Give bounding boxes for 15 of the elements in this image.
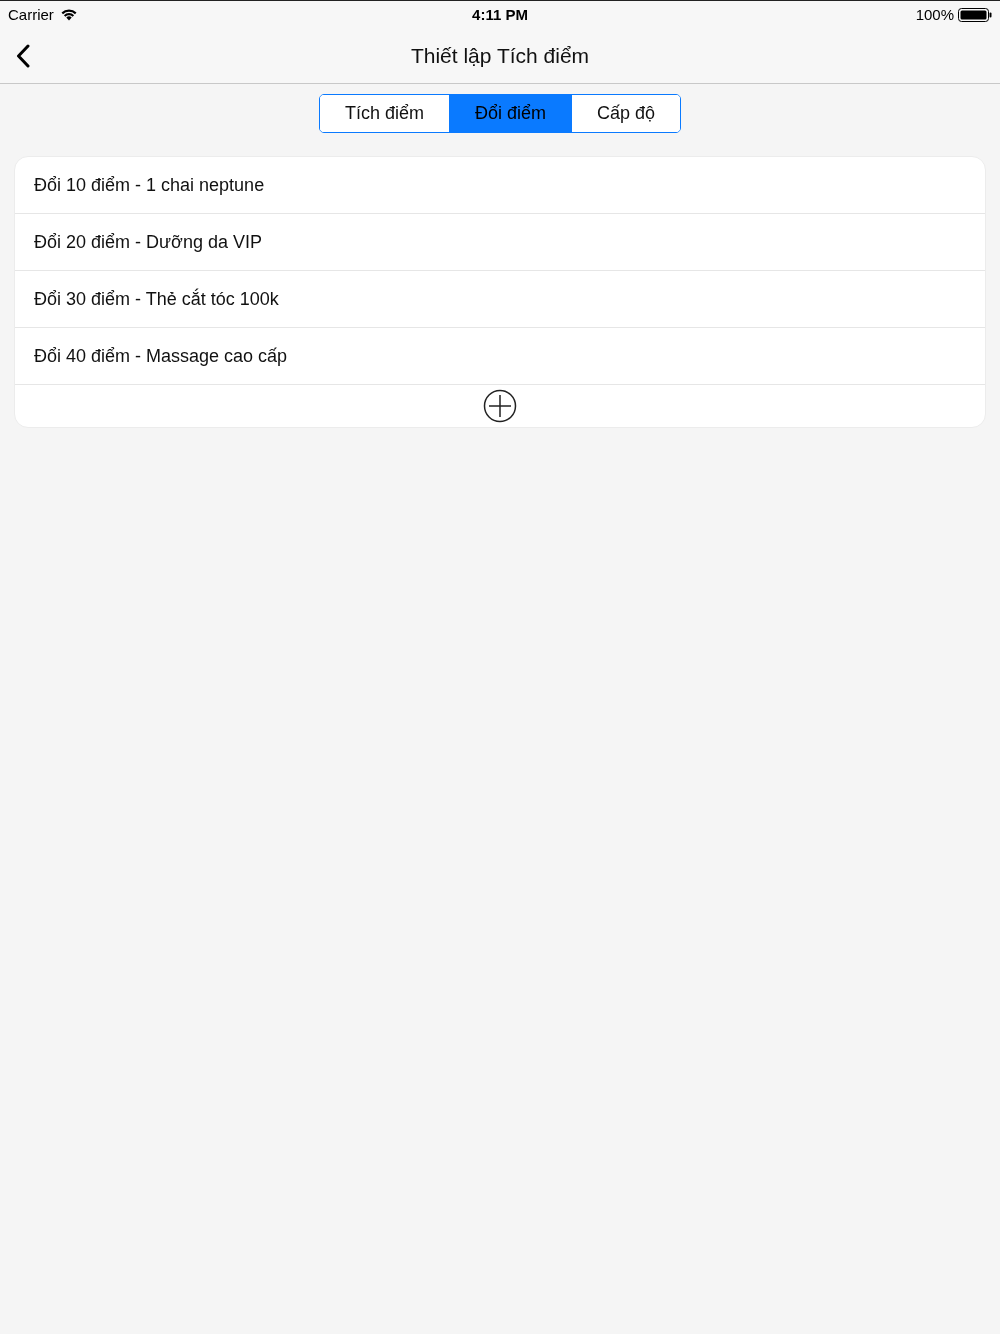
reward-row[interactable]: Đổi 10 điểm - 1 chai neptune — [15, 157, 985, 214]
reward-row[interactable]: Đổi 20 điểm - Dưỡng da VIP — [15, 214, 985, 271]
reward-row[interactable]: Đổi 40 điểm - Massage cao cấp — [15, 328, 985, 385]
carrier-label: Carrier — [8, 6, 54, 23]
screen-title: Thiết lập Tích điểm — [410, 43, 590, 68]
battery-percent: 100% — [915, 6, 954, 23]
wifi-icon — [59, 8, 78, 21]
plus-circle-icon — [483, 389, 517, 423]
reward-row[interactable]: Đổi 30 điểm - Thẻ cắt tóc 100k — [15, 271, 985, 328]
add-button[interactable] — [483, 389, 517, 423]
status-time: 4:11 PM — [472, 6, 528, 23]
back-chevron-icon — [16, 43, 30, 68]
segment-tab[interactable]: Cấp độ — [571, 95, 681, 132]
segment-tab[interactable]: Đổi điểm — [448, 95, 571, 132]
battery-icon — [958, 7, 992, 22]
